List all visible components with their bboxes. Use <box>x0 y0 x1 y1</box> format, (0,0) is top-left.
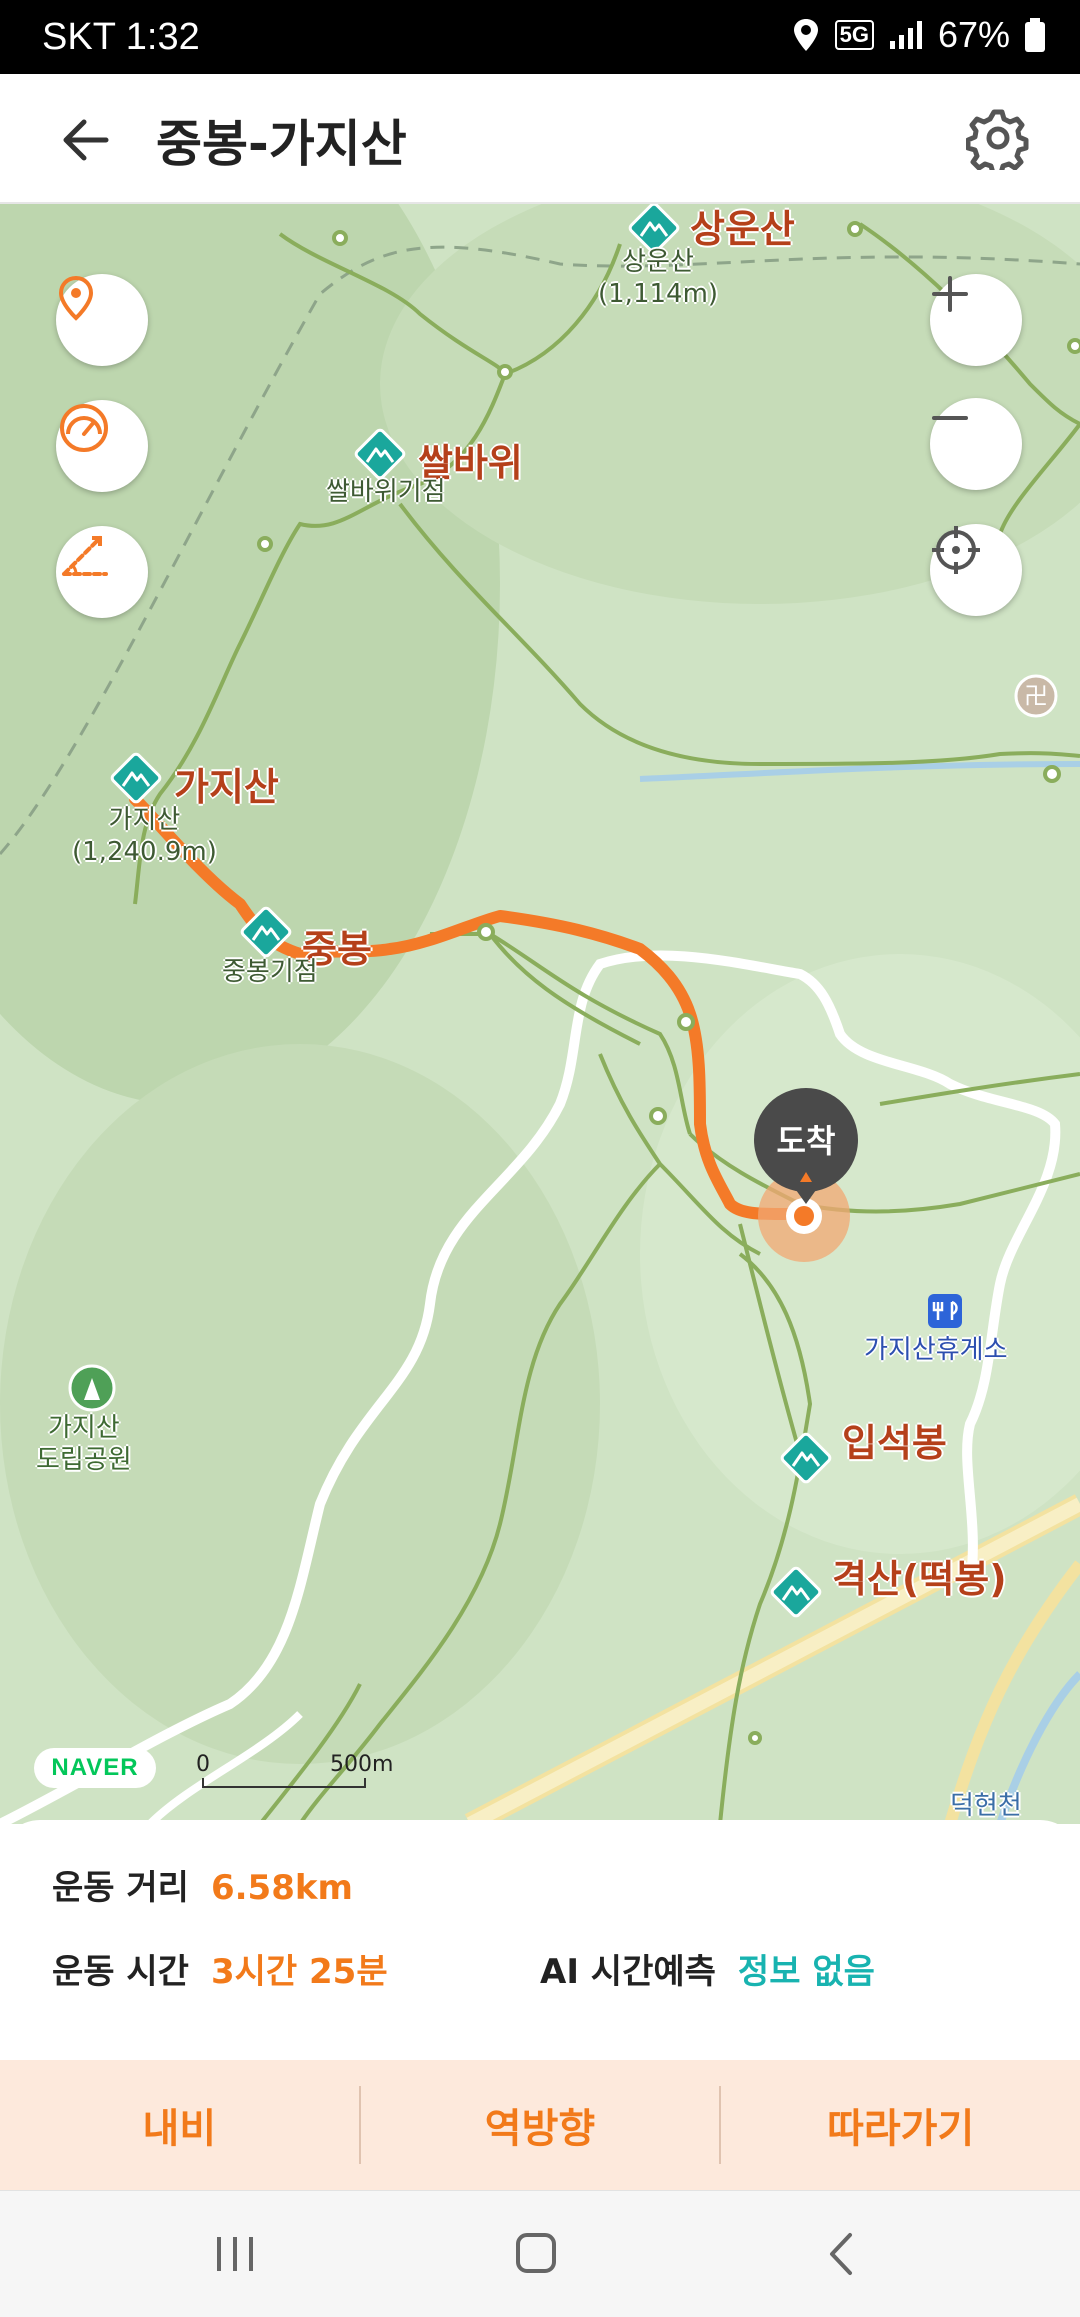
speedometer-icon <box>60 404 108 452</box>
location-icon <box>793 19 818 51</box>
scale-zero: 0 <box>196 1752 210 1777</box>
reverse-button[interactable]: 역방향 <box>361 2060 720 2190</box>
slope-icon <box>62 536 108 576</box>
summary-panel: 운동 거리 6.58km 운동 시간 3시간 25분 AI 시간예측 정보 없음 <box>0 1820 1080 2060</box>
signal-icon <box>889 21 922 49</box>
peak-label-gyeoksan[interactable]: 격산(떡봉) <box>832 1548 1007 1603</box>
back-icon[interactable] <box>812 2227 872 2281</box>
gear-icon[interactable] <box>966 106 1030 170</box>
arrival-point-core <box>794 1206 814 1226</box>
ai-value: 정보 없음 <box>737 1952 875 1992</box>
rest-area-label[interactable]: 가지산휴게소 <box>864 1334 1008 1366</box>
peak-label-ipseokbong[interactable]: 입석봉 <box>842 1412 947 1467</box>
my-location-button[interactable] <box>930 524 1022 616</box>
elevation-button[interactable] <box>56 526 148 618</box>
plus-icon <box>932 276 968 312</box>
system-nav-bar <box>0 2190 1080 2317</box>
home-icon[interactable] <box>506 2227 566 2281</box>
peak-sublabel-sangunsan: 상운산 (1,114m) <box>598 247 719 309</box>
peak-sublabel-jungbong: 중봉기점 <box>222 957 318 987</box>
status-time: SKT 1:32 <box>42 16 200 58</box>
time-row: 운동 시간 3시간 25분 <box>52 1944 388 1993</box>
naver-logo: NAVER <box>34 1748 156 1788</box>
distance-row: 운동 거리 6.58km <box>52 1860 353 1909</box>
app-bar: 중봉-가지산 <box>0 74 1080 204</box>
distance-label: 운동 거리 <box>52 1868 189 1908</box>
mountain-peak-icon[interactable] <box>768 1564 824 1620</box>
page-title: 중봉-가지산 <box>156 115 407 173</box>
park-label: 가지산 도립공원 <box>36 1413 132 1475</box>
time-label: 운동 시간 <box>52 1952 189 1992</box>
peak-label-gajisan[interactable]: 가지산 <box>174 756 279 811</box>
arrow-left-icon[interactable] <box>56 110 116 170</box>
mountain-peak-icon[interactable] <box>108 750 164 806</box>
map-scale: 0 500m <box>196 1752 393 1788</box>
action-bar: 내비 역방향 따라가기 <box>0 2060 1080 2190</box>
battery-percent: 67% <box>937 14 1010 55</box>
map-view[interactable]: 상운산 상운산 (1,114m) 쌀바위 쌀바위기점 가지산 가지산 (1,240.… <box>0 204 1080 1824</box>
stream-label: 덕현천 <box>950 1791 1022 1821</box>
mountain-peak-icon[interactable] <box>778 1430 834 1486</box>
peak-sublabel-ssalbawi: 쌀바위기점 <box>326 477 446 507</box>
distance-value: 6.58km <box>210 1868 353 1908</box>
scale-bar <box>202 1778 366 1788</box>
minus-icon <box>932 416 968 420</box>
ai-row: AI 시간예측 정보 없음 <box>540 1944 875 1993</box>
status-icons: 5G 67% <box>791 14 1046 56</box>
stream <box>639 761 1080 782</box>
peak-sublabel-gajisan: 가지산 (1,240.9m) <box>72 805 217 867</box>
crosshair-icon <box>932 526 980 574</box>
arrival-label: 도착 <box>776 1122 836 1160</box>
status-bar: SKT 1:32 5G 67% <box>0 0 1080 74</box>
zoom-in-button[interactable] <box>930 274 1022 366</box>
temple-glyph: 卍 <box>1024 682 1048 710</box>
follow-button[interactable]: 따라가기 <box>721 2060 1080 2190</box>
battery-icon <box>1025 18 1045 52</box>
network-label: 5G <box>834 20 874 50</box>
mountain-peak-icon[interactable] <box>238 904 294 960</box>
recent-apps-icon[interactable] <box>205 2227 265 2281</box>
ai-label: AI 시간예측 <box>540 1952 716 1992</box>
location-pin-icon <box>58 275 94 321</box>
time-value: 3시간 25분 <box>210 1952 388 1992</box>
navigation-button[interactable]: 내비 <box>0 2060 359 2190</box>
scale-distance: 500m <box>330 1752 394 1777</box>
location-pin-button[interactable] <box>56 274 148 366</box>
zoom-out-button[interactable] <box>930 398 1022 490</box>
mountain-peak-icon[interactable] <box>352 426 408 482</box>
speedometer-button[interactable] <box>56 400 148 492</box>
